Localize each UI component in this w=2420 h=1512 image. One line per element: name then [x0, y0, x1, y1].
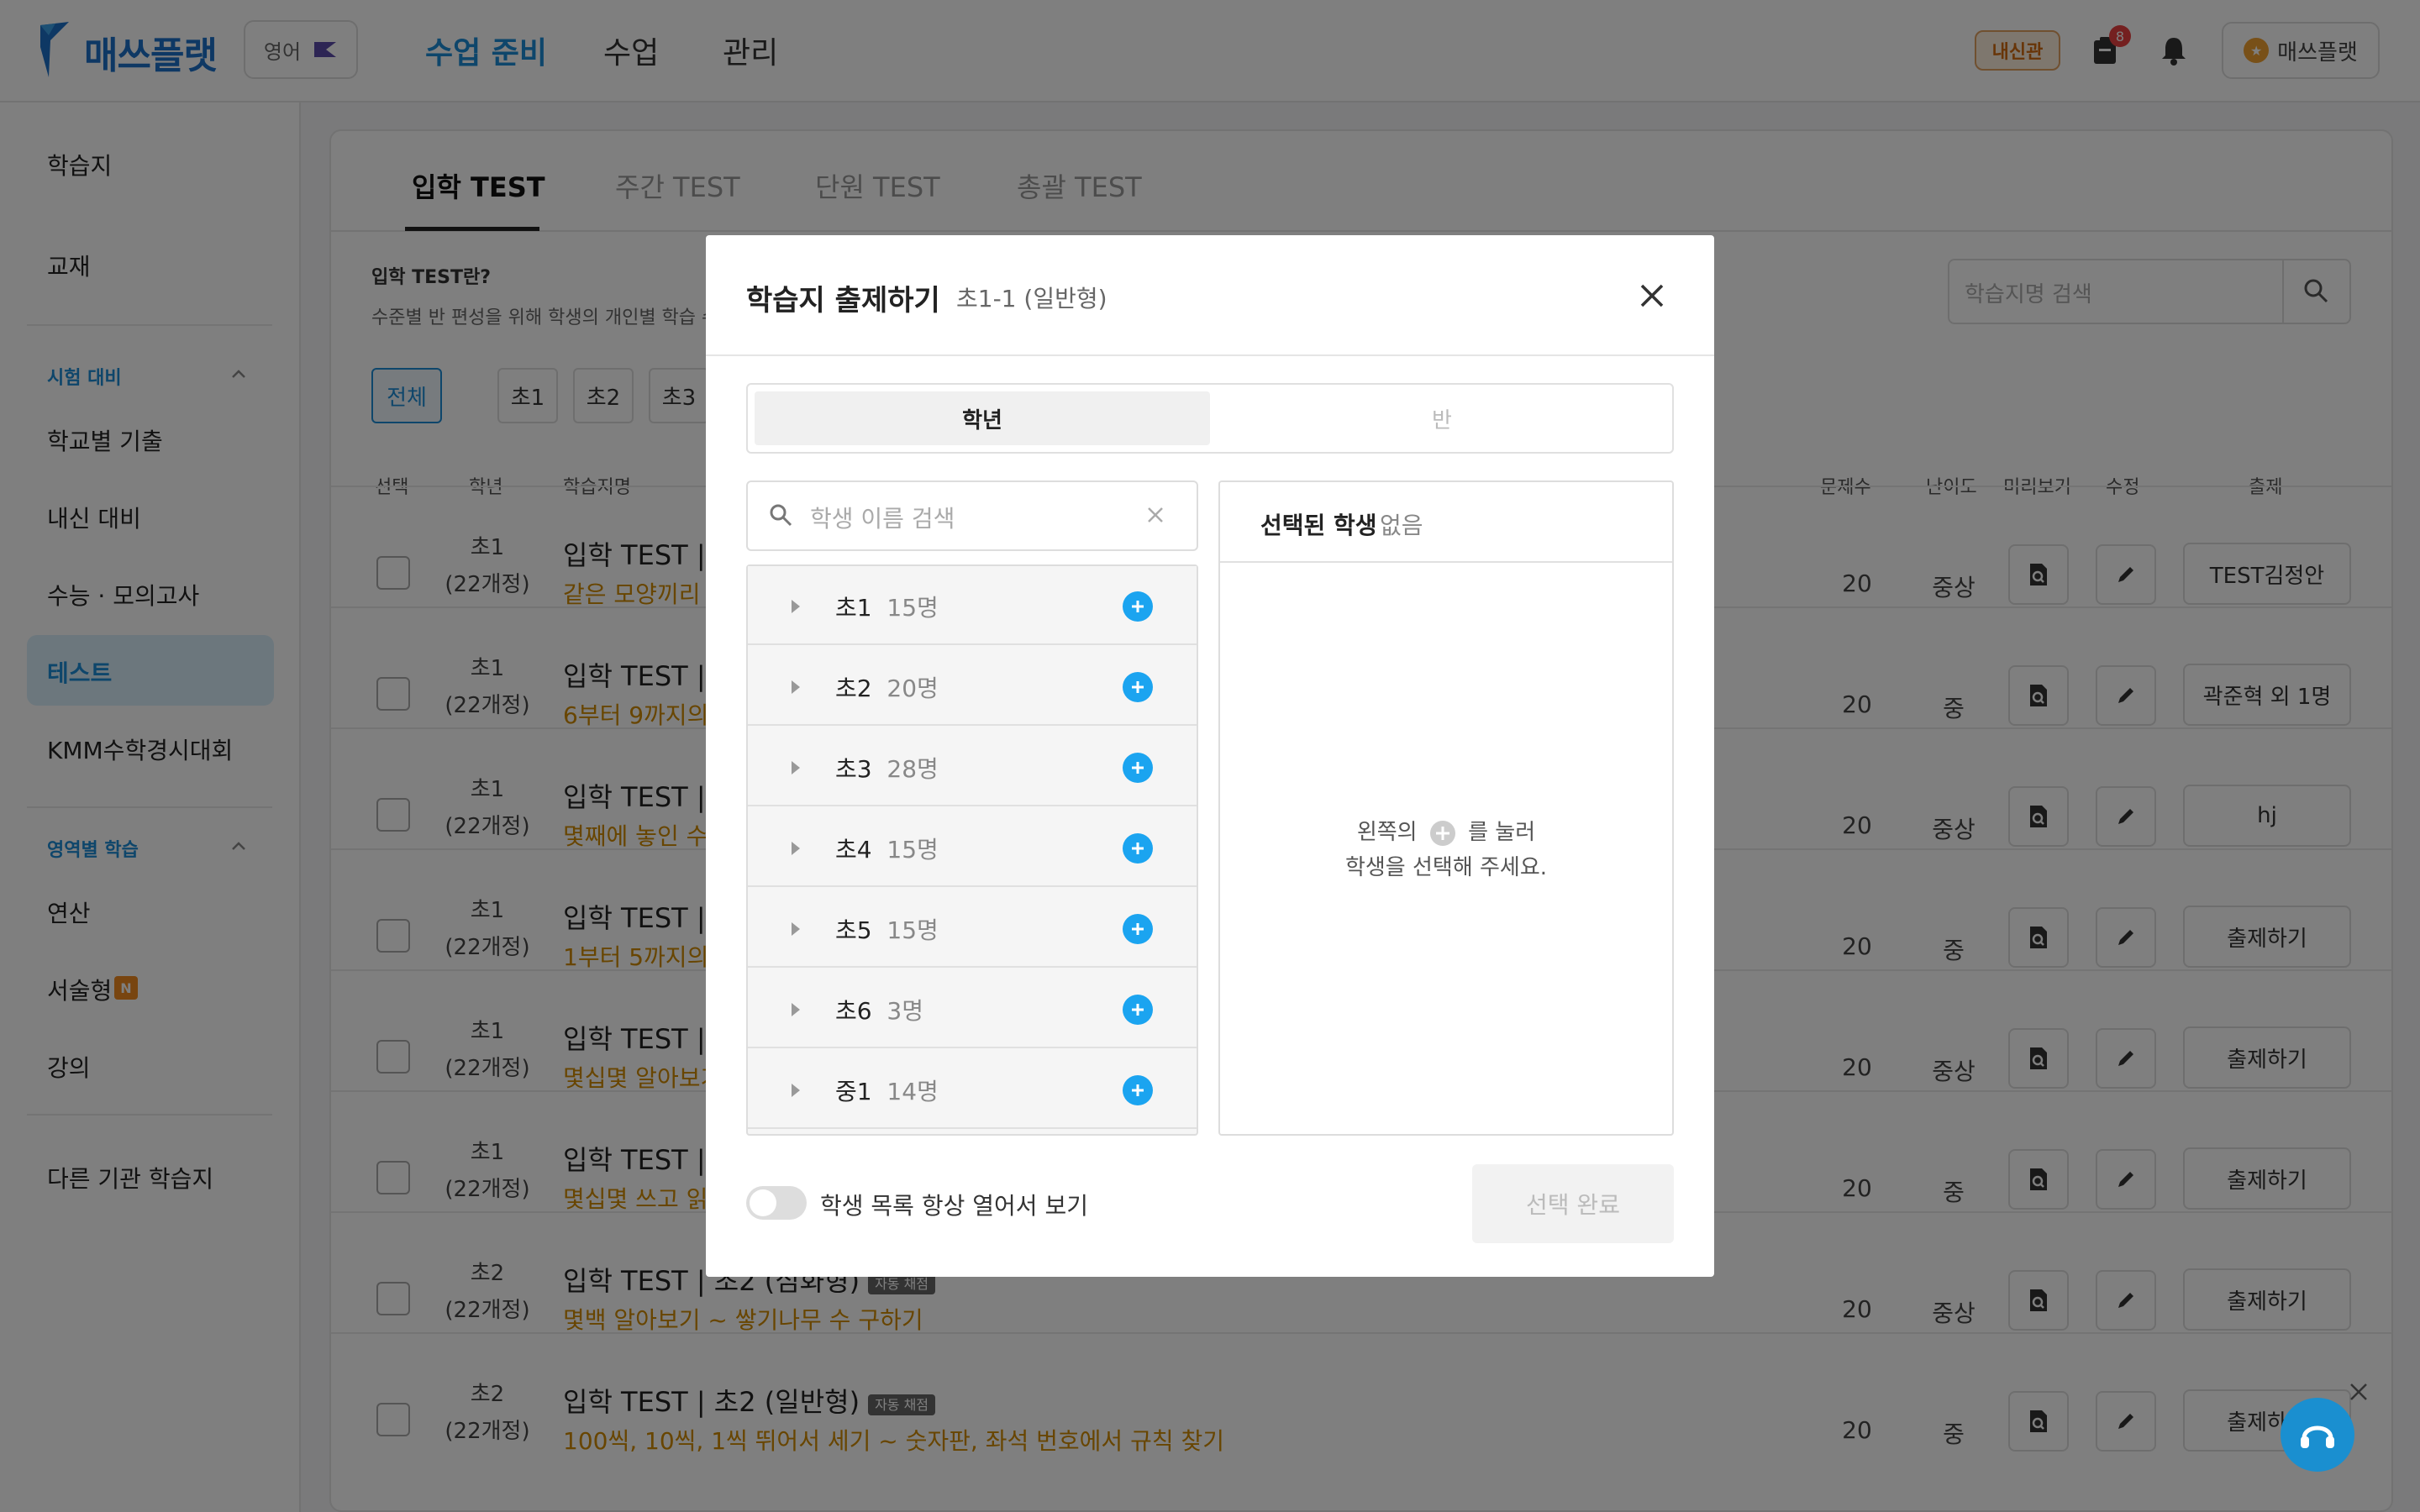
grade-name: 초4	[835, 836, 872, 864]
selected-students-empty: 없음	[1380, 512, 1423, 539]
grade-student-count: 14명	[886, 1078, 939, 1105]
select-done-button[interactable]: 선택 완료	[1472, 1164, 1674, 1243]
grade-student-count: 15명	[886, 916, 939, 944]
grade-list-label: 초1 15명	[835, 590, 939, 623]
grade-list-label: 초3 28명	[835, 751, 939, 785]
grade-name: 초1	[835, 594, 872, 622]
plus-icon	[1132, 923, 1144, 935]
plus-icon	[1132, 1004, 1144, 1016]
grade-student-count: 3명	[886, 997, 923, 1025]
grade-name: 중1	[835, 1078, 872, 1105]
modal-title: 학습지 출제하기	[746, 284, 940, 318]
caret-right-icon[interactable]	[790, 840, 802, 857]
plus-circle-icon	[1429, 820, 1455, 846]
grade-student-count: 15명	[886, 594, 939, 622]
add-grade-button[interactable]	[1123, 591, 1153, 622]
caret-right-icon[interactable]	[790, 759, 802, 776]
grade-name: 초3	[835, 755, 872, 783]
help-chat-button[interactable]	[2281, 1398, 2354, 1472]
caret-right-icon[interactable]	[790, 921, 802, 937]
hint-prefix: 왼쪽의	[1356, 820, 1418, 845]
caret-right-icon[interactable]	[790, 679, 802, 696]
selected-students-title: 선택된 학생	[1260, 512, 1377, 539]
add-grade-button[interactable]	[1123, 914, 1153, 944]
close-icon[interactable]	[1635, 279, 1669, 312]
add-grade-button[interactable]	[1123, 833, 1153, 864]
toggle-label: 학생 목록 항상 열어서 보기	[820, 1192, 1088, 1220]
caret-right-icon[interactable]	[790, 1082, 802, 1099]
student-search-placeholder: 학생 이름 검색	[810, 505, 955, 533]
toggle-knob	[750, 1189, 776, 1216]
add-grade-button[interactable]	[1123, 753, 1153, 783]
grade-student-count: 28명	[886, 755, 939, 783]
caret-right-icon[interactable]	[790, 1001, 802, 1018]
modal-divider	[706, 354, 1714, 356]
segment-grade[interactable]: 학년	[755, 391, 1210, 445]
hint-suffix: 를 눌러	[1468, 820, 1536, 845]
add-grade-button[interactable]	[1123, 1075, 1153, 1105]
selected-divider	[1220, 561, 1672, 563]
grade-list-label: 초5 15명	[835, 912, 939, 946]
close-icon[interactable]	[2348, 1381, 2370, 1403]
grade-student-count: 15명	[886, 836, 939, 864]
search-icon	[770, 504, 792, 527]
plus-icon	[1132, 843, 1144, 854]
plus-icon	[1132, 762, 1144, 774]
headset-icon	[2301, 1425, 2334, 1448]
segment-class[interactable]: 반	[1217, 391, 1667, 445]
empty-hint-line1: 왼쪽의 를 눌러	[1260, 815, 1632, 847]
selected-students-panel	[1218, 480, 1674, 1136]
grade-name: 초2	[835, 675, 872, 702]
clear-icon[interactable]	[1144, 504, 1166, 526]
add-grade-button[interactable]	[1123, 995, 1153, 1025]
plus-icon	[1132, 1084, 1144, 1096]
grade-student-count: 20명	[886, 675, 939, 702]
plus-icon	[1132, 681, 1144, 693]
grade-list-label: 중1 14명	[835, 1074, 939, 1107]
empty-hint-line2: 학생을 선택해 주세요.	[1344, 855, 1548, 880]
grade-list-label: 초6 3명	[835, 993, 923, 1026]
grade-list-label: 초4 15명	[835, 832, 939, 865]
grade-name: 초5	[835, 916, 872, 944]
grade-list-label: 초2 20명	[835, 670, 939, 704]
plus-icon	[1132, 601, 1144, 612]
caret-right-icon[interactable]	[790, 598, 802, 615]
add-grade-button[interactable]	[1123, 672, 1153, 702]
modal-subtitle: 초1-1 (일반형)	[956, 285, 1107, 312]
grade-name: 초6	[835, 997, 872, 1025]
